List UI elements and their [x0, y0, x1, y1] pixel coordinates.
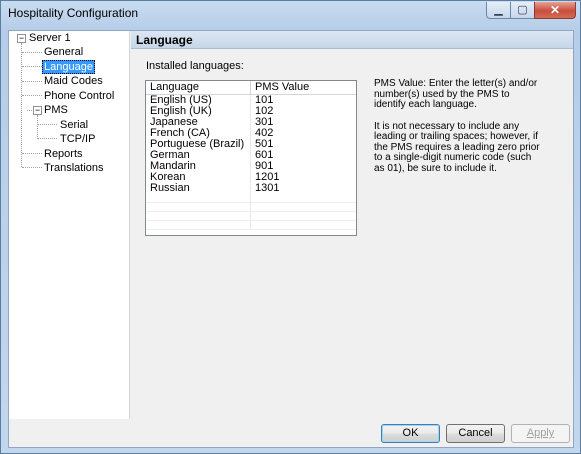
title-bar[interactable]: Hospitality Configuration ▁ ▢ ✕	[1, 1, 580, 25]
tree-item-phone-control[interactable]: Phone Control	[44, 89, 114, 103]
table-header: Language PMS Value	[146, 81, 356, 95]
table-row[interactable]: Russian 1301	[146, 183, 356, 194]
minimize-icon: ▁	[494, 3, 503, 16]
maximize-button[interactable]: ▢	[510, 2, 535, 19]
tree-connector	[22, 52, 42, 53]
empty-cell	[146, 221, 251, 229]
close-button[interactable]: ✕	[534, 2, 576, 19]
minimize-button[interactable]: ▁	[486, 2, 511, 19]
tree-item-translations[interactable]: Translations	[44, 161, 104, 175]
empty-cell	[251, 203, 356, 211]
column-header-pms-value[interactable]: PMS Value	[251, 81, 356, 94]
collapse-icon[interactable]: −	[17, 34, 26, 43]
tree-item-label: Server 1	[29, 32, 71, 44]
window-title: Hospitality Configuration	[8, 6, 139, 20]
tree-item-label: Reports	[44, 148, 83, 160]
tree-item-server-1[interactable]: Server 1	[29, 31, 71, 45]
tree-item-language[interactable]: Language	[42, 60, 95, 74]
empty-cell	[146, 203, 251, 211]
tree-item-general[interactable]: General	[44, 45, 83, 59]
tree-item-label: Maid Codes	[44, 75, 103, 87]
help-paragraph: PMS Value: Enter the letter(s) and/or nu…	[374, 78, 538, 110]
help-text: PMS Value: Enter the letter(s) and/or nu…	[374, 78, 544, 185]
help-paragraph: It is not necessary to include any leadi…	[374, 120, 540, 174]
tree-connector	[37, 115, 38, 139]
tree-connector	[38, 138, 57, 139]
tree-item-label: Language	[42, 60, 95, 74]
tree-item-pms[interactable]: PMS	[44, 103, 68, 117]
empty-table-row[interactable]	[146, 194, 356, 203]
close-icon: ✕	[549, 3, 561, 17]
maximize-icon: ▢	[517, 3, 528, 16]
dialog-client: − Server 1 General Language Maid Codes P…	[8, 30, 574, 448]
main-window: Hospitality Configuration ▁ ▢ ✕ − Server…	[0, 0, 581, 454]
tree-item-maid-codes[interactable]: Maid Codes	[44, 74, 103, 88]
settings-panel: Language Installed languages: Language P…	[130, 31, 573, 419]
tree-connector	[22, 153, 42, 154]
tree-connector	[22, 81, 42, 82]
column-header-language[interactable]: Language	[146, 81, 251, 94]
tree-item-label: TCP/IP	[60, 133, 96, 145]
apply-label: Apply	[526, 427, 555, 439]
apply-button[interactable]: Apply	[511, 424, 570, 443]
tree-item-serial[interactable]: Serial	[60, 118, 88, 132]
empty-cell	[251, 221, 356, 229]
tree-item-label: PMS	[44, 104, 68, 116]
navigation-tree[interactable]: − Server 1 General Language Maid Codes P…	[9, 31, 130, 419]
tree-item-label: General	[44, 46, 84, 58]
empty-table-row[interactable]	[146, 203, 356, 212]
pms-value-cell[interactable]: 1301	[251, 183, 356, 194]
panel-title: Language	[136, 33, 193, 47]
cancel-button[interactable]: Cancel	[446, 424, 505, 443]
empty-cell	[146, 194, 251, 202]
window-controls: ▁ ▢ ✕	[486, 2, 576, 19]
installed-languages-label: Installed languages:	[146, 60, 244, 72]
tree-item-label: Serial	[60, 119, 89, 131]
languages-table[interactable]: Language PMS Value English (US) 101 Engli…	[145, 80, 357, 236]
tree-item-label: Translations	[44, 162, 104, 174]
empty-cell	[251, 212, 356, 220]
panel-header: Language	[131, 31, 573, 49]
ok-button[interactable]: OK	[381, 424, 440, 443]
tree-connector	[21, 43, 22, 167]
tree-connector	[22, 66, 42, 67]
language-cell[interactable]: Russian	[146, 183, 251, 194]
empty-cell	[146, 212, 251, 220]
tree-item-reports[interactable]: Reports	[44, 147, 83, 161]
tree-connector	[22, 95, 42, 96]
tree-item-tcp-ip[interactable]: TCP/IP	[60, 132, 95, 146]
empty-table-row[interactable]	[146, 221, 356, 230]
tree-connector	[22, 167, 42, 168]
tree-item-label: Phone Control	[44, 90, 115, 102]
tree-connector	[38, 124, 57, 125]
collapse-icon[interactable]: −	[33, 106, 42, 115]
empty-table-row[interactable]	[146, 212, 356, 221]
empty-cell	[251, 194, 356, 202]
